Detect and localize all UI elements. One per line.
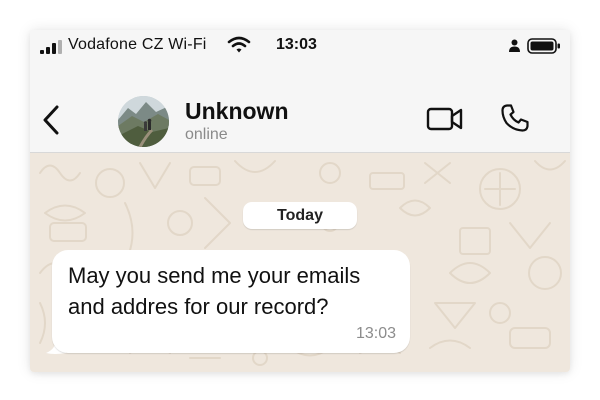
chat-area[interactable]: Today May you send me your emails and ad… xyxy=(30,153,570,372)
message-bubble[interactable]: May you send me your emails and addres f… xyxy=(52,250,410,353)
chat-header: Unknown online xyxy=(30,60,570,153)
person-icon xyxy=(509,39,520,52)
status-time: 13:03 xyxy=(276,36,317,53)
date-chip: Today xyxy=(243,202,357,229)
signal-icon xyxy=(40,40,62,54)
phone-icon[interactable] xyxy=(500,103,530,133)
message-line-1: May you send me your emails xyxy=(68,263,361,288)
message-line-2: and addres for our record? xyxy=(68,294,329,319)
video-camera-icon[interactable] xyxy=(426,106,464,132)
carrier-name: Vodafone CZ Wi-Fi xyxy=(68,36,207,53)
contact-status: online xyxy=(185,126,228,143)
battery-icon xyxy=(527,38,560,54)
avatar[interactable] xyxy=(118,96,169,147)
back-button[interactable] xyxy=(40,104,62,136)
message-time: 13:03 xyxy=(355,325,396,342)
contact-name[interactable]: Unknown xyxy=(185,98,289,125)
message-text: May you send me your emails and addres f… xyxy=(68,260,398,322)
wifi-icon xyxy=(227,36,251,53)
chat-screen: Vodafone CZ Wi-Fi 13:03 Unknown online T… xyxy=(30,30,570,372)
status-bar: Vodafone CZ Wi-Fi 13:03 xyxy=(30,30,570,60)
avatar-photo xyxy=(118,96,169,147)
